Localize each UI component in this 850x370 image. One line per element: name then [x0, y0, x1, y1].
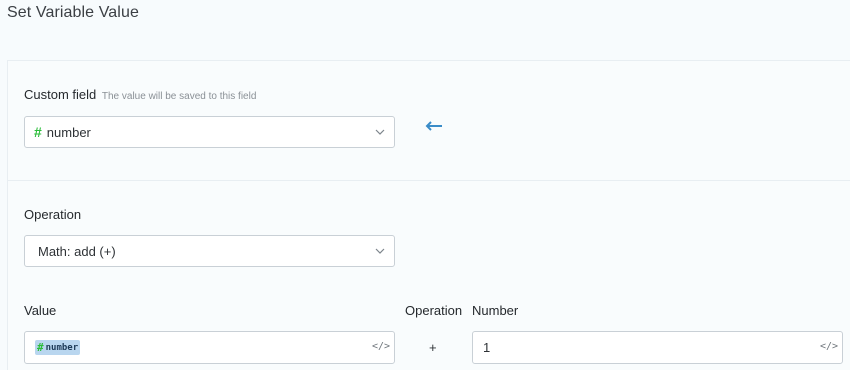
hash-icon: # — [37, 341, 44, 354]
chevron-down-icon — [375, 129, 385, 135]
custom-field-select[interactable]: # number — [24, 116, 395, 148]
custom-field-selected-value: number — [46, 124, 91, 140]
number-label: Number — [472, 303, 519, 318]
number-input[interactable]: 1 </> — [472, 331, 843, 364]
number-input-value: 1 — [483, 340, 491, 355]
expression-operation-label: Operation — [405, 303, 463, 318]
operation-select[interactable]: Math: add (+) — [24, 235, 395, 267]
chevron-down-icon — [375, 248, 385, 254]
operation-label: Operation — [24, 207, 82, 222]
code-icon[interactable]: </> — [820, 341, 838, 352]
operation-selected-value: Math: add (+) — [38, 243, 116, 259]
value-input[interactable]: # number </> — [24, 331, 395, 364]
page-title: Set Variable Value — [7, 4, 139, 21]
operator-symbol: + — [429, 340, 437, 355]
hash-icon: # — [34, 124, 42, 140]
variable-token-label: number — [45, 342, 79, 353]
custom-field-label: Custom field — [24, 87, 97, 102]
set-variable-value-page: Set Variable Value Custom field The valu… — [0, 0, 850, 370]
variable-token[interactable]: # number — [35, 340, 81, 355]
value-label: Value — [24, 303, 57, 318]
code-icon[interactable]: </> — [372, 341, 390, 352]
custom-field-label-row: Custom field The value will be saved to … — [24, 87, 256, 102]
arrow-left-icon — [425, 121, 442, 131]
custom-field-hint: The value will be saved to this field — [101, 91, 257, 102]
